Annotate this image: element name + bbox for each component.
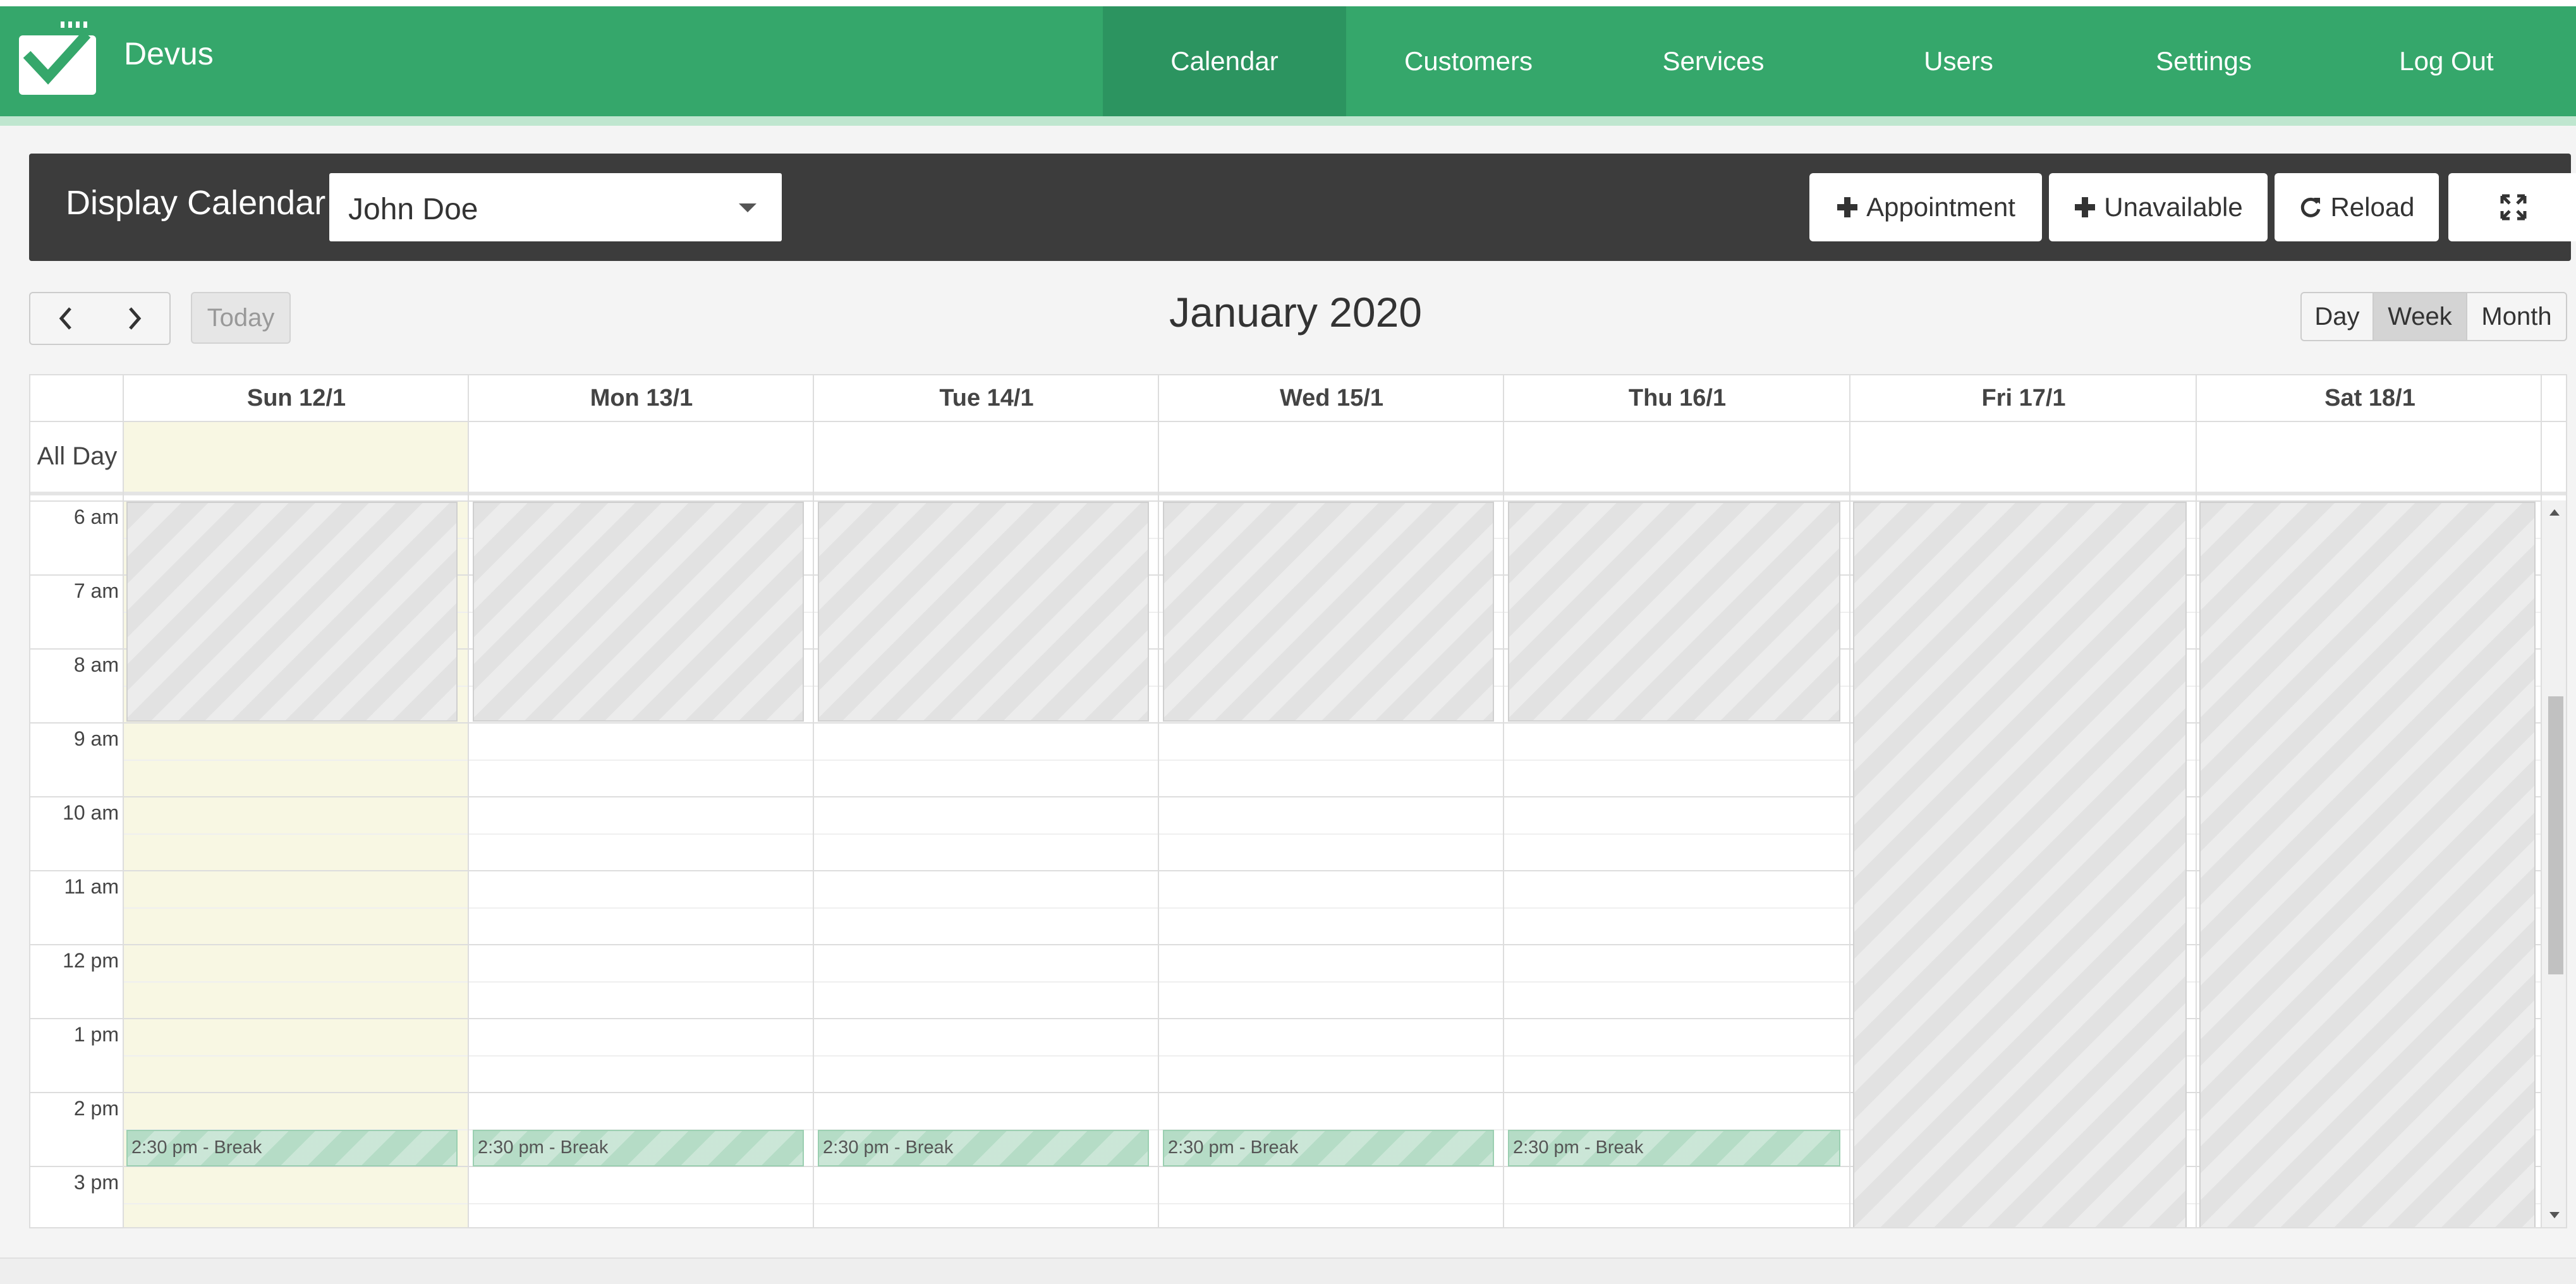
calendar-title: January 2020	[1169, 289, 1422, 336]
divider	[1503, 375, 1504, 1227]
add-appointment-button[interactable]: Appointment	[1809, 173, 2042, 241]
logo-icon	[19, 21, 96, 95]
day-header[interactable]: Thu 16/1	[1504, 375, 1850, 421]
add-unavailable-button[interactable]: Unavailable	[2049, 173, 2268, 241]
all-day-cell-today[interactable]	[124, 421, 469, 492]
week-calendar: Sun 12/1 Mon 13/1 Tue 14/1 Wed 15/1 Thu …	[29, 374, 2567, 1228]
divider	[30, 492, 2566, 495]
expand-icon	[2500, 194, 2527, 221]
provider-select-value: John Doe	[348, 193, 478, 226]
divider	[1158, 375, 1159, 1227]
time-label: 8 am	[73, 653, 119, 676]
time-label: 6 am	[73, 506, 119, 528]
scrollbar-thumb[interactable]	[2548, 696, 2563, 974]
calendar-toolbar: Display Calendar John Doe Appointment Un…	[29, 154, 2576, 261]
unavailable-block[interactable]	[126, 502, 458, 722]
brand-name[interactable]: Devus	[124, 35, 214, 72]
unavailable-block[interactable]	[2199, 502, 2536, 1227]
nav-calendar[interactable]: Calendar	[1103, 6, 1346, 116]
time-label: 3 pm	[73, 1171, 119, 1194]
scroll-up-icon[interactable]	[2542, 504, 2567, 523]
unavailable-block[interactable]	[473, 502, 804, 722]
app-header: Devus Calendar Customers Services Users …	[0, 0, 2576, 126]
day-header[interactable]: Tue 14/1	[814, 375, 1159, 421]
view-day-button[interactable]: Day	[2300, 292, 2374, 341]
time-label: 12 pm	[63, 949, 119, 972]
divider	[813, 375, 814, 1227]
view-week-button[interactable]: Week	[2372, 292, 2467, 341]
calendar-scrollbar[interactable]	[2542, 500, 2567, 1227]
chevron-left-icon	[59, 307, 71, 330]
time-label: 9 am	[73, 727, 119, 750]
add-appointment-label: Appointment	[1866, 192, 2015, 222]
day-header[interactable]: Sat 18/1	[2197, 375, 2543, 421]
divider	[468, 375, 469, 1227]
break-event[interactable]: 2:30 pm - Break	[126, 1130, 458, 1166]
unavailable-block[interactable]	[1508, 502, 1840, 722]
time-label: 10 am	[63, 801, 119, 824]
caret-down-icon	[739, 203, 756, 212]
nav-logout[interactable]: Log Out	[2326, 6, 2567, 116]
unavailable-block[interactable]	[818, 502, 1149, 722]
add-unavailable-label: Unavailable	[2104, 192, 2243, 222]
time-label: 7 am	[73, 579, 119, 602]
unavailable-block[interactable]	[1853, 502, 2187, 1227]
fullscreen-button[interactable]	[2448, 173, 2576, 241]
nav-services[interactable]: Services	[1591, 6, 1836, 116]
day-header[interactable]: Wed 15/1	[1159, 375, 1504, 421]
divider	[1849, 375, 1850, 1227]
nav-settings[interactable]: Settings	[2081, 6, 2326, 116]
divider	[123, 375, 124, 1227]
break-event[interactable]: 2:30 pm - Break	[473, 1130, 804, 1166]
reload-label: Reload	[2330, 192, 2415, 222]
scroll-down-icon[interactable]	[2542, 1206, 2567, 1225]
day-header[interactable]: Mon 13/1	[469, 375, 814, 421]
nav-customers[interactable]: Customers	[1346, 6, 1591, 116]
unavailable-block[interactable]	[1163, 502, 1494, 722]
next-button[interactable]	[100, 292, 171, 345]
provider-select[interactable]: John Doe	[329, 173, 782, 241]
chevron-right-icon	[129, 307, 142, 330]
day-header[interactable]: Sun 12/1	[124, 375, 469, 421]
time-label: 11 am	[64, 875, 119, 898]
time-label: 2 pm	[73, 1097, 119, 1120]
break-event[interactable]: 2:30 pm - Break	[1163, 1130, 1494, 1166]
time-label: 1 pm	[73, 1023, 119, 1046]
reload-icon	[2301, 197, 2321, 217]
view-month-button[interactable]: Month	[2466, 292, 2567, 341]
today-button[interactable]: Today	[191, 292, 291, 344]
display-calendar-label: Display Calendar	[66, 184, 326, 222]
day-header[interactable]: Fri 17/1	[1850, 375, 2197, 421]
plus-icon	[1837, 197, 1858, 217]
divider	[2196, 375, 2197, 1227]
reload-button[interactable]: Reload	[2275, 173, 2439, 241]
header-stripe	[0, 116, 2576, 126]
prev-button[interactable]	[29, 292, 102, 345]
nav-users[interactable]: Users	[1836, 6, 2081, 116]
plus-icon	[2075, 197, 2096, 217]
divider	[30, 421, 2566, 422]
break-event[interactable]: 2:30 pm - Break	[1508, 1130, 1840, 1166]
page-footer	[0, 1257, 2576, 1284]
all-day-label: All Day	[37, 442, 118, 470]
break-event[interactable]: 2:30 pm - Break	[818, 1130, 1149, 1166]
